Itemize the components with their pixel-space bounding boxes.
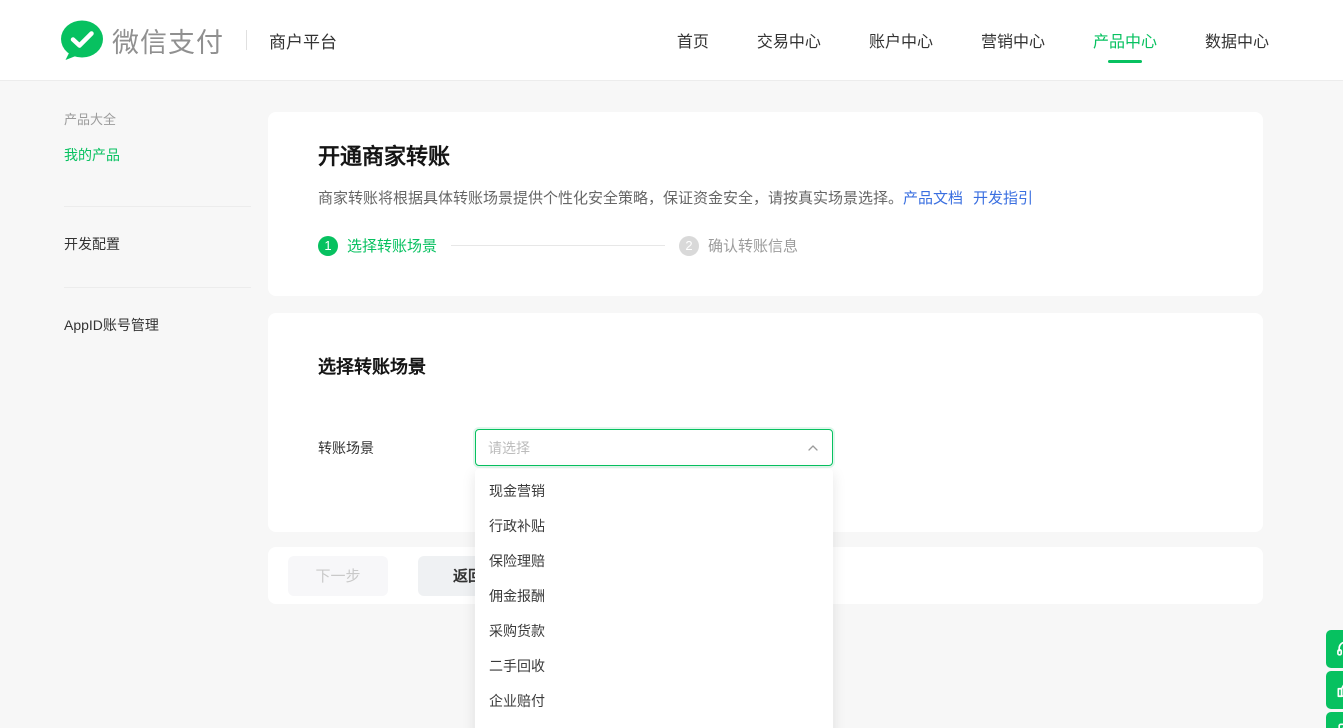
sidebar: 产品大全 我的产品 开发配置 AppID账号管理 bbox=[0, 81, 268, 728]
option-admin-subsidy[interactable]: 行政补贴 bbox=[475, 509, 833, 544]
sidebar-divider bbox=[64, 287, 251, 288]
logo-wordmark: 微信支付 bbox=[112, 21, 224, 60]
sidebar-item-dev-config[interactable]: 开发配置 bbox=[64, 234, 120, 254]
page-title: 开通商家转账 bbox=[318, 139, 1213, 171]
product-doc-link[interactable]: 产品文档 bbox=[903, 190, 963, 207]
select-placeholder: 请选择 bbox=[488, 438, 806, 458]
intro-description-text: 商家转账将根据具体转账场景提供个性化安全策略，保证资金安全，请按真实场景选择。 bbox=[318, 190, 903, 207]
headset-icon[interactable] bbox=[1326, 630, 1343, 668]
step-2-label: 确认转账信息 bbox=[708, 235, 798, 256]
next-step-button[interactable]: 下一步 bbox=[288, 556, 388, 596]
step-2-badge: 2 bbox=[679, 236, 699, 256]
step-1-label: 选择转账场景 bbox=[347, 235, 437, 256]
portal-label: 商户平台 bbox=[269, 28, 337, 53]
sidebar-group-title: 产品大全 bbox=[64, 109, 116, 128]
option-secondhand-recycle[interactable]: 二手回收 bbox=[475, 649, 833, 684]
option-insurance-claim[interactable]: 保险理赔 bbox=[475, 544, 833, 579]
scene-form-card: 选择转账场景 转账场景 请选择 现金营销 行政补贴 保险理赔 佣金报酬 采购货款… bbox=[268, 313, 1263, 532]
top-header: 微信支付 商户平台 首页 交易中心 账户中心 营销中心 产品中心 数据中心 bbox=[0, 0, 1343, 81]
sidebar-item-appid-management[interactable]: AppID账号管理 bbox=[64, 315, 159, 335]
nav-item-marketing[interactable]: 营销中心 bbox=[981, 0, 1045, 81]
transfer-scene-dropdown: 现金营销 行政补贴 保险理赔 佣金报酬 采购货款 二手回收 企业赔付 企业报销 bbox=[475, 469, 833, 728]
transfer-scene-select-wrap: 请选择 现金营销 行政补贴 保险理赔 佣金报酬 采购货款 二手回收 企业赔付 企… bbox=[475, 429, 833, 466]
transfer-scene-select[interactable]: 请选择 bbox=[475, 429, 833, 466]
main-nav: 首页 交易中心 账户中心 营销中心 产品中心 数据中心 bbox=[677, 0, 1343, 81]
nav-item-transactions[interactable]: 交易中心 bbox=[757, 0, 821, 81]
option-commission[interactable]: 佣金报酬 bbox=[475, 579, 833, 614]
dev-guide-link[interactable]: 开发指引 bbox=[973, 190, 1033, 207]
nav-item-data[interactable]: 数据中心 bbox=[1205, 0, 1269, 81]
sidebar-item-my-products[interactable]: 我的产品 bbox=[64, 145, 120, 165]
option-enterprise-reimbursement[interactable]: 企业报销 bbox=[475, 719, 833, 728]
nav-item-home[interactable]: 首页 bbox=[677, 0, 709, 81]
option-procurement-payment[interactable]: 采购货款 bbox=[475, 614, 833, 649]
intro-card: 开通商家转账 商家转账将根据具体转账场景提供个性化安全策略，保证资金安全，请按真… bbox=[268, 112, 1263, 296]
nav-item-account[interactable]: 账户中心 bbox=[869, 0, 933, 81]
step-connector-line bbox=[451, 245, 665, 246]
step-1-select-scene: 1 选择转账场景 bbox=[318, 235, 437, 256]
form-section-title: 选择转账场景 bbox=[318, 353, 1213, 379]
feedback-form-icon[interactable] bbox=[1326, 712, 1343, 728]
step-2-confirm-info: 2 确认转账信息 bbox=[679, 235, 798, 256]
transfer-scene-label: 转账场景 bbox=[318, 438, 475, 458]
option-enterprise-compensation[interactable]: 企业赔付 bbox=[475, 684, 833, 719]
nav-item-products[interactable]: 产品中心 bbox=[1093, 0, 1157, 81]
thumbs-up-icon[interactable] bbox=[1326, 671, 1343, 709]
option-cash-marketing[interactable]: 现金营销 bbox=[475, 474, 833, 509]
wechat-pay-logo-icon bbox=[60, 20, 104, 60]
brand-divider bbox=[246, 30, 247, 50]
sidebar-divider bbox=[64, 206, 251, 207]
transfer-scene-form-row: 转账场景 请选择 现金营销 行政补贴 保险理赔 佣金报酬 采购货款 二手回收 企… bbox=[318, 429, 1213, 466]
wechat-pay-brand[interactable]: 微信支付 商户平台 bbox=[0, 20, 337, 60]
step-1-badge: 1 bbox=[318, 236, 338, 256]
chevron-up-icon bbox=[806, 441, 820, 455]
floating-toolbar bbox=[1326, 630, 1343, 728]
main-content: 开通商家转账 商家转账将根据具体转账场景提供个性化安全策略，保证资金安全，请按真… bbox=[268, 112, 1263, 604]
intro-description: 商家转账将根据具体转账场景提供个性化安全策略，保证资金安全，请按真实场景选择。产… bbox=[318, 187, 1213, 208]
step-indicator: 1 选择转账场景 2 确认转账信息 bbox=[318, 235, 1213, 256]
